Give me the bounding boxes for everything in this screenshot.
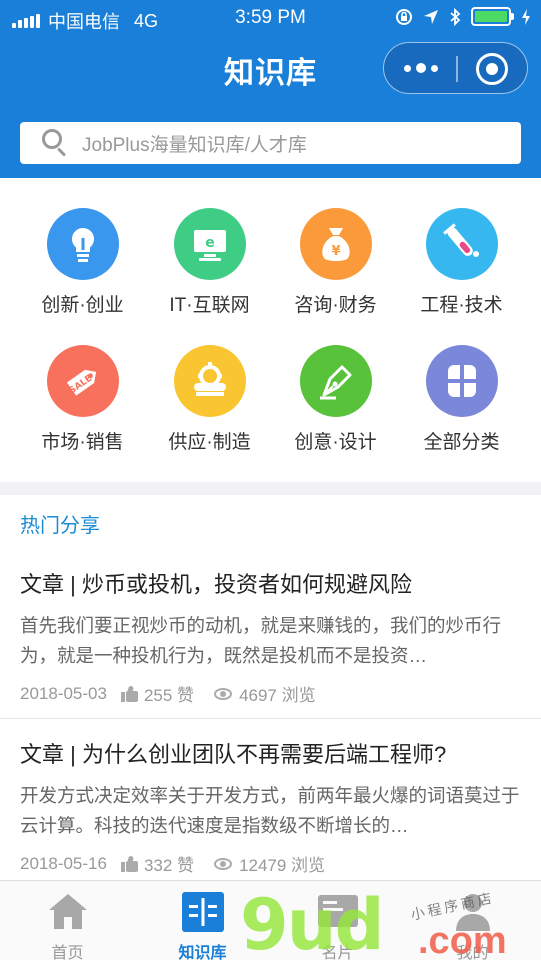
header: 中国电信 4G 3:59 PM 知识库 JobPlus海量知识库/人才库 bbox=[0, 0, 541, 178]
category-label: IT·互联网 bbox=[169, 295, 250, 316]
category-label: 全部分类 bbox=[423, 432, 500, 453]
search-input[interactable]: JobPlus海量知识库/人才库 bbox=[20, 122, 521, 164]
article-likes: 255 赞 bbox=[143, 686, 195, 705]
category-creative-design[interactable]: 创意·设计 bbox=[268, 345, 403, 454]
svg-text:¥: ¥ bbox=[331, 244, 340, 259]
tab-label: 知识库 bbox=[178, 945, 227, 960]
article-card[interactable]: 文章 | 炒币或投机，投资者如何规避风险 首先我们要正视炒币的动机，就是来赚钱的… bbox=[0, 567, 541, 717]
article-title[interactable]: 文章 | 为什么创业团队不再需要后端工程师? bbox=[20, 737, 446, 769]
close-mini-program-icon[interactable] bbox=[476, 53, 508, 85]
category-label: 创新·创业 bbox=[41, 295, 124, 316]
article-likes: 332 赞 bbox=[143, 856, 195, 875]
category-innovation[interactable]: 创新·创业 bbox=[15, 208, 150, 317]
sale-tag-icon: SALE bbox=[46, 345, 119, 417]
money-bag-icon: ¥ bbox=[299, 208, 372, 280]
article-summary: 首先我们要正视炒币的动机，就是来赚钱的，我们的炒币行为，就是一种投机行为，既然是… bbox=[20, 615, 502, 666]
article-card[interactable]: 文章 | 为什么创业团队不再需要后端工程师? 开发方式决定效率关于开发方式，前两… bbox=[0, 737, 541, 877]
category-supply-manufacturing[interactable]: 供应·制造 bbox=[142, 345, 277, 454]
tab-profile[interactable]: 我的 bbox=[405, 881, 540, 960]
thumbs-up-icon bbox=[120, 854, 138, 872]
tab-label: 我的 bbox=[456, 945, 489, 960]
section-title: 热门分享 bbox=[20, 515, 100, 537]
category-all[interactable]: 全部分类 bbox=[394, 345, 529, 454]
category-grid: 创新·创业 e IT·互联网 ¥ 咨询·财务 工程·技术 SALE 市场·销售 … bbox=[0, 178, 541, 482]
category-consulting-finance[interactable]: ¥ 咨询·财务 bbox=[268, 208, 403, 317]
category-label: 供应·制造 bbox=[168, 432, 251, 453]
mini-program-capsule bbox=[383, 42, 528, 94]
category-label: 创意·设计 bbox=[294, 432, 377, 453]
article-views: 12479 浏览 bbox=[239, 856, 326, 875]
eye-icon bbox=[214, 687, 233, 700]
grid-icon bbox=[425, 345, 498, 417]
status-bar: 中国电信 4G 3:59 PM bbox=[0, 0, 541, 36]
battery-icon bbox=[471, 7, 514, 26]
tab-bar: 首页 知识库 名片 我的 bbox=[0, 880, 541, 960]
category-label: 市场·销售 bbox=[41, 432, 124, 453]
person-icon bbox=[450, 889, 496, 935]
rotation-lock-icon bbox=[396, 8, 412, 25]
category-it-internet[interactable]: e IT·互联网 bbox=[142, 208, 277, 317]
article-title[interactable]: 文章 | 炒币或投机，投资者如何规避风险 bbox=[20, 567, 412, 599]
category-label: 咨询·财务 bbox=[294, 295, 377, 316]
article-views: 4697 浏览 bbox=[239, 686, 316, 705]
pen-nib-icon bbox=[299, 345, 372, 417]
divider bbox=[0, 718, 541, 719]
article-date: 2018-05-16 bbox=[20, 853, 107, 873]
thumbs-up-icon bbox=[120, 684, 138, 702]
monitor-icon: e bbox=[173, 208, 246, 280]
knowledge-icon bbox=[180, 889, 226, 935]
category-engineering[interactable]: 工程·技术 bbox=[394, 208, 529, 317]
article-summary: 开发方式决定效率关于开发方式，前两年最火爆的词语莫过于云计算。科技的迭代速度是指… bbox=[20, 785, 520, 836]
lightbulb-icon bbox=[46, 208, 119, 280]
charging-icon bbox=[522, 8, 530, 25]
card-icon bbox=[315, 889, 361, 935]
category-marketing-sales[interactable]: SALE 市场·销售 bbox=[15, 345, 150, 454]
eye-icon bbox=[214, 857, 233, 870]
factory-icon bbox=[173, 345, 246, 417]
svg-text:e: e bbox=[205, 235, 215, 251]
tab-label: 首页 bbox=[51, 945, 84, 960]
location-icon bbox=[424, 9, 438, 24]
hot-share-section: 热门分享 文章 | 炒币或投机，投资者如何规避风险 首先我们要正视炒币的动机，就… bbox=[0, 495, 541, 880]
article-meta: 2018-05-16 332 赞 12479 浏览 bbox=[20, 851, 325, 876]
tab-card[interactable]: 名片 bbox=[270, 881, 405, 960]
search-icon bbox=[42, 129, 70, 157]
tab-home[interactable]: 首页 bbox=[0, 881, 135, 960]
more-icon[interactable] bbox=[404, 60, 438, 76]
search-placeholder: JobPlus海量知识库/人才库 bbox=[82, 134, 307, 156]
category-label: 工程·技术 bbox=[420, 295, 503, 316]
home-icon bbox=[45, 889, 91, 935]
tab-label: 名片 bbox=[321, 945, 354, 960]
article-meta: 2018-05-03 255 赞 4697 浏览 bbox=[20, 681, 316, 706]
tab-knowledge[interactable]: 知识库 bbox=[135, 881, 270, 960]
test-tube-icon bbox=[425, 208, 498, 280]
article-date: 2018-05-03 bbox=[20, 683, 107, 703]
bluetooth-icon bbox=[450, 7, 461, 26]
